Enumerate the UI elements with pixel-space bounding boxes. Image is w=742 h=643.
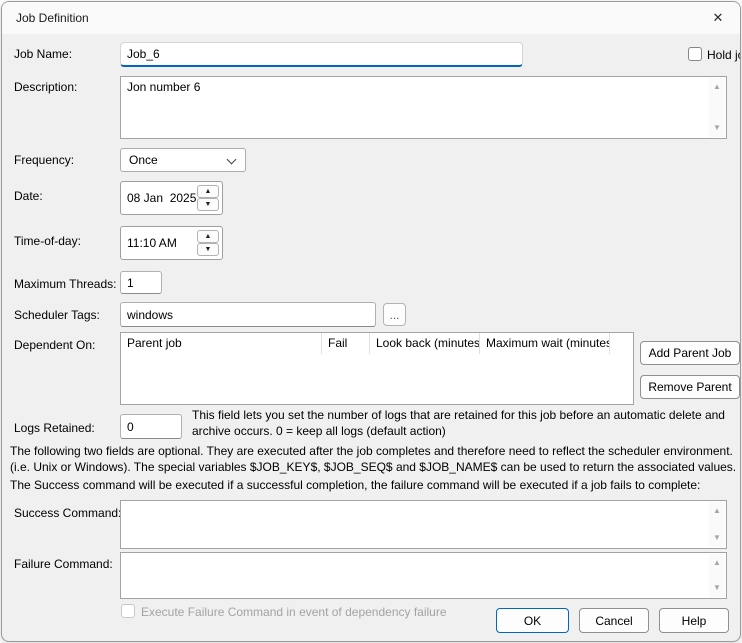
column-header-look-back[interactable]: Look back (minutes) [370,333,480,354]
window-title: Job Definition [16,11,89,25]
column-header-fail[interactable]: Fail [322,333,370,354]
remove-parent-button[interactable]: Remove Parent [640,375,740,399]
scroll-down-icon[interactable]: ▼ [709,123,725,133]
failure-command-textarea[interactable]: ▲ ▼ [120,552,727,599]
logs-retained-help-text: This field lets you set the number of lo… [192,407,740,439]
maximum-threads-input[interactable] [120,271,162,294]
time-of-day-spinner[interactable]: 11:10 AM ▲ ▼ [120,226,223,260]
success-command-scrollbar: ▲ ▼ [709,502,725,547]
date-label: Date: [14,189,43,203]
description-scrollbar: ▲ ▼ [709,78,725,137]
time-of-day-label: Time-of-day: [14,234,81,248]
job-name-input[interactable] [120,42,523,67]
logs-retained-input[interactable] [120,414,182,439]
success-command-text [127,504,706,546]
close-icon[interactable]: ✕ [709,9,727,27]
optional-fields-note: The following two fields are optional. T… [10,443,739,475]
description-text: Jon number 6 [127,80,706,136]
scroll-down-icon[interactable]: ▼ [709,583,725,593]
maximum-threads-label: Maximum Threads: [14,277,116,291]
scheduler-tags-input[interactable] [120,302,376,327]
time-spin-up-icon[interactable]: ▲ [197,230,219,243]
dependency-failure-checkbox [121,604,135,618]
failure-command-label: Failure Command: [14,557,113,571]
logs-retained-label: Logs Retained: [14,421,95,435]
job-definition-dialog: Job Definition ✕ Job Name: Hold job Desc… [1,1,741,642]
hold-job-checkbox[interactable] [688,47,702,61]
job-name-label: Job Name: [14,47,72,61]
column-header-parent-job[interactable]: Parent job [121,333,322,354]
dependency-failure-label: Execute Failure Command in event of depe… [141,605,447,619]
frequency-label: Frequency: [14,153,74,167]
scroll-down-icon[interactable]: ▼ [709,533,725,543]
scheduler-tags-browse-button[interactable]: ... [383,303,406,326]
frequency-select[interactable]: Once [120,148,246,172]
dependent-on-list-header: Parent job Fail Look back (minutes) Maxi… [121,333,633,354]
scroll-up-icon[interactable]: ▲ [709,82,725,92]
titlebar: Job Definition ✕ [2,2,740,34]
time-of-day-value: 11:10 AM [127,236,177,250]
date-spinner[interactable]: 08 Jan 2025 ▲ ▼ [120,181,223,215]
cancel-button[interactable]: Cancel [579,608,649,633]
command-execution-note: The Success command will be executed if … [10,477,739,493]
description-label: Description: [14,80,77,94]
help-button[interactable]: Help [659,608,729,633]
success-command-textarea[interactable]: ▲ ▼ [120,500,727,549]
chevron-down-icon [227,155,237,165]
frequency-value: Once [129,153,158,167]
scroll-up-icon[interactable]: ▲ [709,558,725,568]
description-textarea[interactable]: Jon number 6 ▲ ▼ [120,76,727,139]
dependent-on-list[interactable]: Parent job Fail Look back (minutes) Maxi… [120,332,634,405]
add-parent-job-button[interactable]: Add Parent Job [640,341,740,365]
failure-command-text [127,556,706,596]
dependent-on-label: Dependent On: [14,338,95,352]
scheduler-tags-label: Scheduler Tags: [14,308,100,322]
ok-button[interactable]: OK [496,608,569,633]
hold-job-label: Hold job [707,48,741,62]
scroll-up-icon[interactable]: ▲ [709,506,725,516]
dependent-on-list-body[interactable] [121,354,633,404]
date-spin-down-icon[interactable]: ▼ [197,198,219,211]
time-spin-down-icon[interactable]: ▼ [197,243,219,256]
success-command-label: Success Command: [14,506,121,520]
column-header-maximum-wait[interactable]: Maximum wait (minutes) [480,333,610,354]
column-header-spacer [610,333,633,354]
date-spin-up-icon[interactable]: ▲ [197,185,219,198]
failure-command-scrollbar: ▲ ▼ [709,554,725,597]
date-value: 08 Jan 2025 [127,191,196,205]
